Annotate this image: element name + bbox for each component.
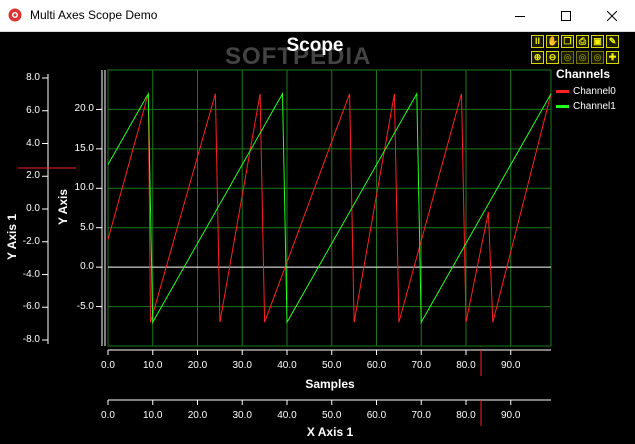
samples-axis-tick-label: 0.0: [101, 360, 115, 371]
samples-axis-tick-label: 40.0: [277, 360, 297, 371]
x-axis-1-tick-label: 60.0: [366, 410, 387, 421]
y-axis-1-tick-label: 0.0: [26, 203, 40, 214]
window-title: Multi Axes Scope Demo: [30, 8, 158, 22]
minimize-icon: [515, 15, 525, 17]
x-axis-1-label: X Axis 1: [306, 425, 354, 439]
y-axis-1-tick-label: -2.0: [22, 235, 40, 247]
y-axis-tick-label: 5.0: [80, 221, 94, 233]
minimize-button[interactable]: [497, 0, 543, 31]
y-axis-1-tick-label: -6.0: [22, 301, 40, 313]
y-axis-1-tick-label: 8.0: [26, 72, 40, 83]
x-axis-1-tick-label: 50.0: [322, 410, 342, 421]
x-axis-1-tick-label: 80.0: [456, 410, 476, 421]
plot-border: [107, 69, 552, 347]
samples-axis-tick-label: 90.0: [500, 360, 521, 371]
close-icon: [607, 10, 617, 21]
y-axis-tick-label: 20.0: [74, 103, 94, 115]
y-axis-1-tick-label: 2.0: [26, 170, 40, 182]
y-axis-1-tick-label: 4.0: [26, 137, 40, 149]
samples-axis-tick-label: 10.0: [143, 360, 163, 371]
samples-axis-tick-label: 20.0: [187, 360, 208, 371]
series-line-channel0: [107, 93, 552, 323]
y-axis-tick-label: -5.0: [76, 300, 94, 312]
title-bar[interactable]: Multi Axes Scope Demo: [0, 0, 635, 32]
app-icon: [8, 8, 22, 22]
x-axis-1-tick-label: 90.0: [500, 410, 521, 421]
x-axis-1-tick-label: 70.0: [411, 410, 431, 421]
x-axis-1-tick-label: 10.0: [143, 410, 163, 421]
samples-axis-label: Samples: [305, 377, 355, 391]
x-axis-1-tick-label: 30.0: [232, 410, 252, 421]
maximize-icon: [561, 10, 571, 21]
x-axis-1-tick-label: 20.0: [187, 410, 208, 421]
x-axis-1-tick-label: 40.0: [277, 410, 297, 421]
y-axis-1-tick-label: -4.0: [22, 268, 40, 280]
samples-axis-tick-label: 50.0: [322, 360, 342, 371]
y-axis-tick-label: 10.0: [74, 182, 94, 194]
maximize-button[interactable]: [543, 0, 589, 31]
app-window: Multi Axes Scope Demo SOFTPEDIA Scope II…: [0, 0, 635, 444]
samples-axis-tick-label: 30.0: [232, 360, 252, 371]
samples-axis-tick-label: 60.0: [366, 360, 387, 371]
samples-axis-tick-label: 80.0: [456, 360, 476, 371]
y-axis-1-tick-label: -8.0: [22, 334, 40, 345]
y-axis-tick-label: 15.0: [74, 142, 94, 154]
y-axis-tick-label: 0.0: [80, 261, 94, 273]
samples-axis-tick-label: 70.0: [411, 360, 431, 371]
series-line-channel1: [107, 91, 552, 325]
x-axis-1-tick-label: 0.0: [101, 410, 115, 421]
scope-panel[interactable]: SOFTPEDIA Scope II ✋ ❐ ⎙ ▣ ✎ ⊕ ⊖ ◎ ◎ ◎ ✚…: [0, 32, 635, 444]
y-axis-1-tick-label: 6.0: [26, 104, 40, 116]
close-button[interactable]: [589, 0, 635, 31]
